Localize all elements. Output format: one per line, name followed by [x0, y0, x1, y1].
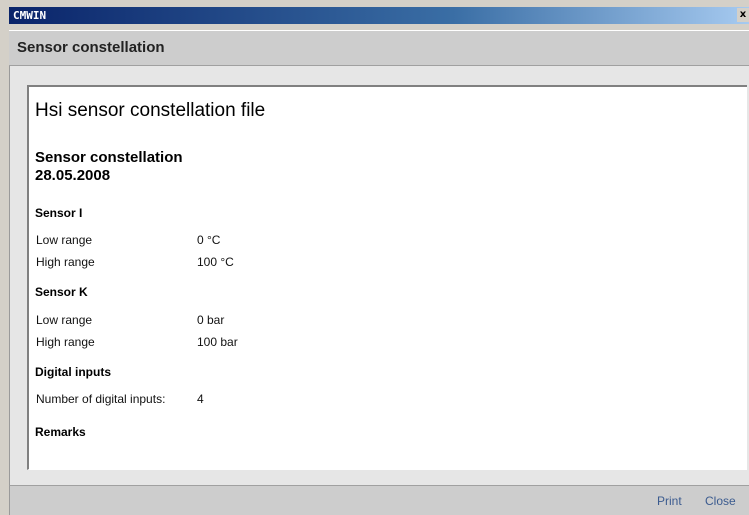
section-heading-digital-inputs: Digital inputs — [35, 365, 111, 379]
sensor-k-high-range-value: 100 bar — [197, 335, 238, 349]
window-title: CMWIN — [13, 9, 47, 22]
document-panel: Hsi sensor constellation file Sensor con… — [27, 85, 747, 470]
sensor-k-high-range-label: High range — [36, 335, 95, 349]
sensor-k-low-range-label: Low range — [36, 313, 93, 327]
section-heading-sensor-k: Sensor K — [35, 285, 88, 299]
document-subtitle: Sensor constellation — [35, 149, 183, 166]
digital-inputs-count-label: Number of digital inputs: — [36, 392, 166, 406]
document-title: Hsi sensor constellation file — [35, 100, 266, 121]
sensor-i-low-range-value: 0 °C — [197, 233, 221, 247]
sensor-i-high-range-value: 100 °C — [197, 255, 234, 269]
print-link[interactable]: Print — [657, 494, 682, 508]
document-date: 28.05.2008 — [35, 167, 111, 184]
section-heading-sensor-i: Sensor I — [35, 206, 83, 220]
close-link[interactable]: Close — [705, 494, 736, 508]
section-heading-remarks: Remarks — [35, 425, 86, 439]
page-title: Sensor constellation — [17, 39, 165, 56]
footer-bar: Print Close — [9, 485, 749, 515]
window-close-icon[interactable]: x — [737, 8, 749, 22]
app-window: CMWIN x Sensor constellation Hsi sensor … — [0, 0, 749, 515]
sensor-i-low-range-label: Low range — [36, 233, 93, 247]
digital-inputs-count-value: 4 — [197, 392, 204, 406]
window-titlebar[interactable]: CMWIN x — [9, 7, 749, 24]
document-subtitle-block: Sensor constellation 28.05.2008 — [35, 149, 183, 185]
sensor-k-low-range-value: 0 bar — [197, 313, 225, 327]
page-header: Sensor constellation — [9, 30, 749, 66]
sensor-i-high-range-label: High range — [36, 255, 95, 269]
